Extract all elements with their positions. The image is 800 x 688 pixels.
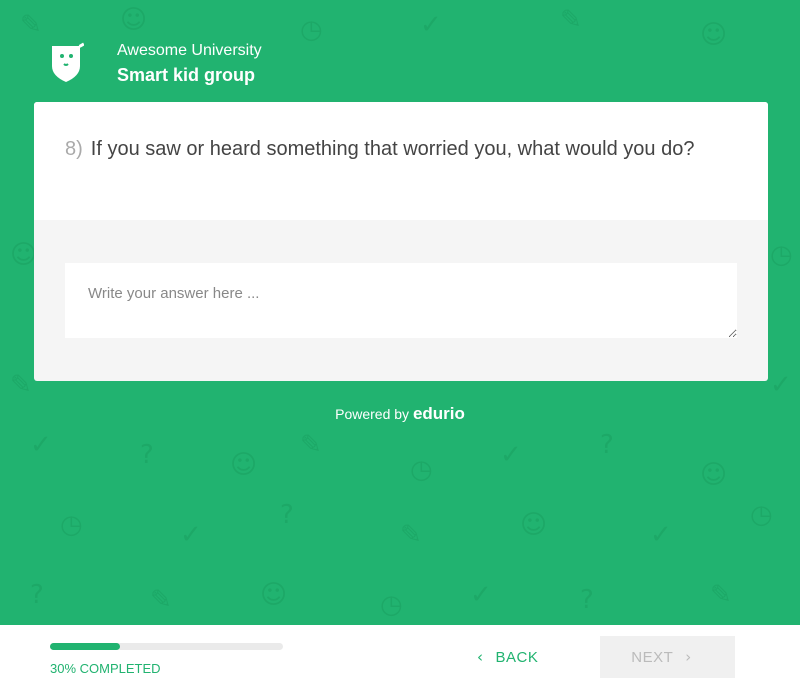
next-label: NEXT	[631, 649, 674, 666]
back-label: BACK	[495, 649, 539, 666]
shield-face-icon	[50, 42, 85, 82]
question-card: 8) If you saw or heard something that wor…	[34, 102, 768, 381]
chevron-left-icon: ‹	[477, 648, 484, 666]
next-button[interactable]: NEXT ›	[600, 636, 735, 678]
organization-name: Awesome University	[117, 42, 262, 59]
powered-by: Powered by edurio	[0, 404, 800, 424]
survey-footer: 30% COMPLETED ‹ BACK NEXT ›	[0, 625, 800, 688]
question-number: 8)	[65, 138, 83, 160]
back-button[interactable]: ‹ BACK	[465, 648, 538, 666]
question-text: If you saw or heard something that worri…	[90, 138, 695, 160]
survey-header: Awesome University Smart kid group	[50, 42, 262, 90]
progress-label: 30% COMPLETED	[50, 661, 161, 676]
question-text-block: 8) If you saw or heard something that wor…	[34, 102, 768, 220]
progress-fill	[50, 643, 120, 650]
progress-bar	[50, 643, 283, 650]
group-name: Smart kid group	[117, 65, 256, 85]
answer-input[interactable]	[65, 263, 737, 338]
chevron-right-icon: ›	[685, 648, 692, 666]
powered-by-label: Powered by	[335, 406, 410, 422]
edurio-logo[interactable]: edurio	[413, 404, 465, 423]
